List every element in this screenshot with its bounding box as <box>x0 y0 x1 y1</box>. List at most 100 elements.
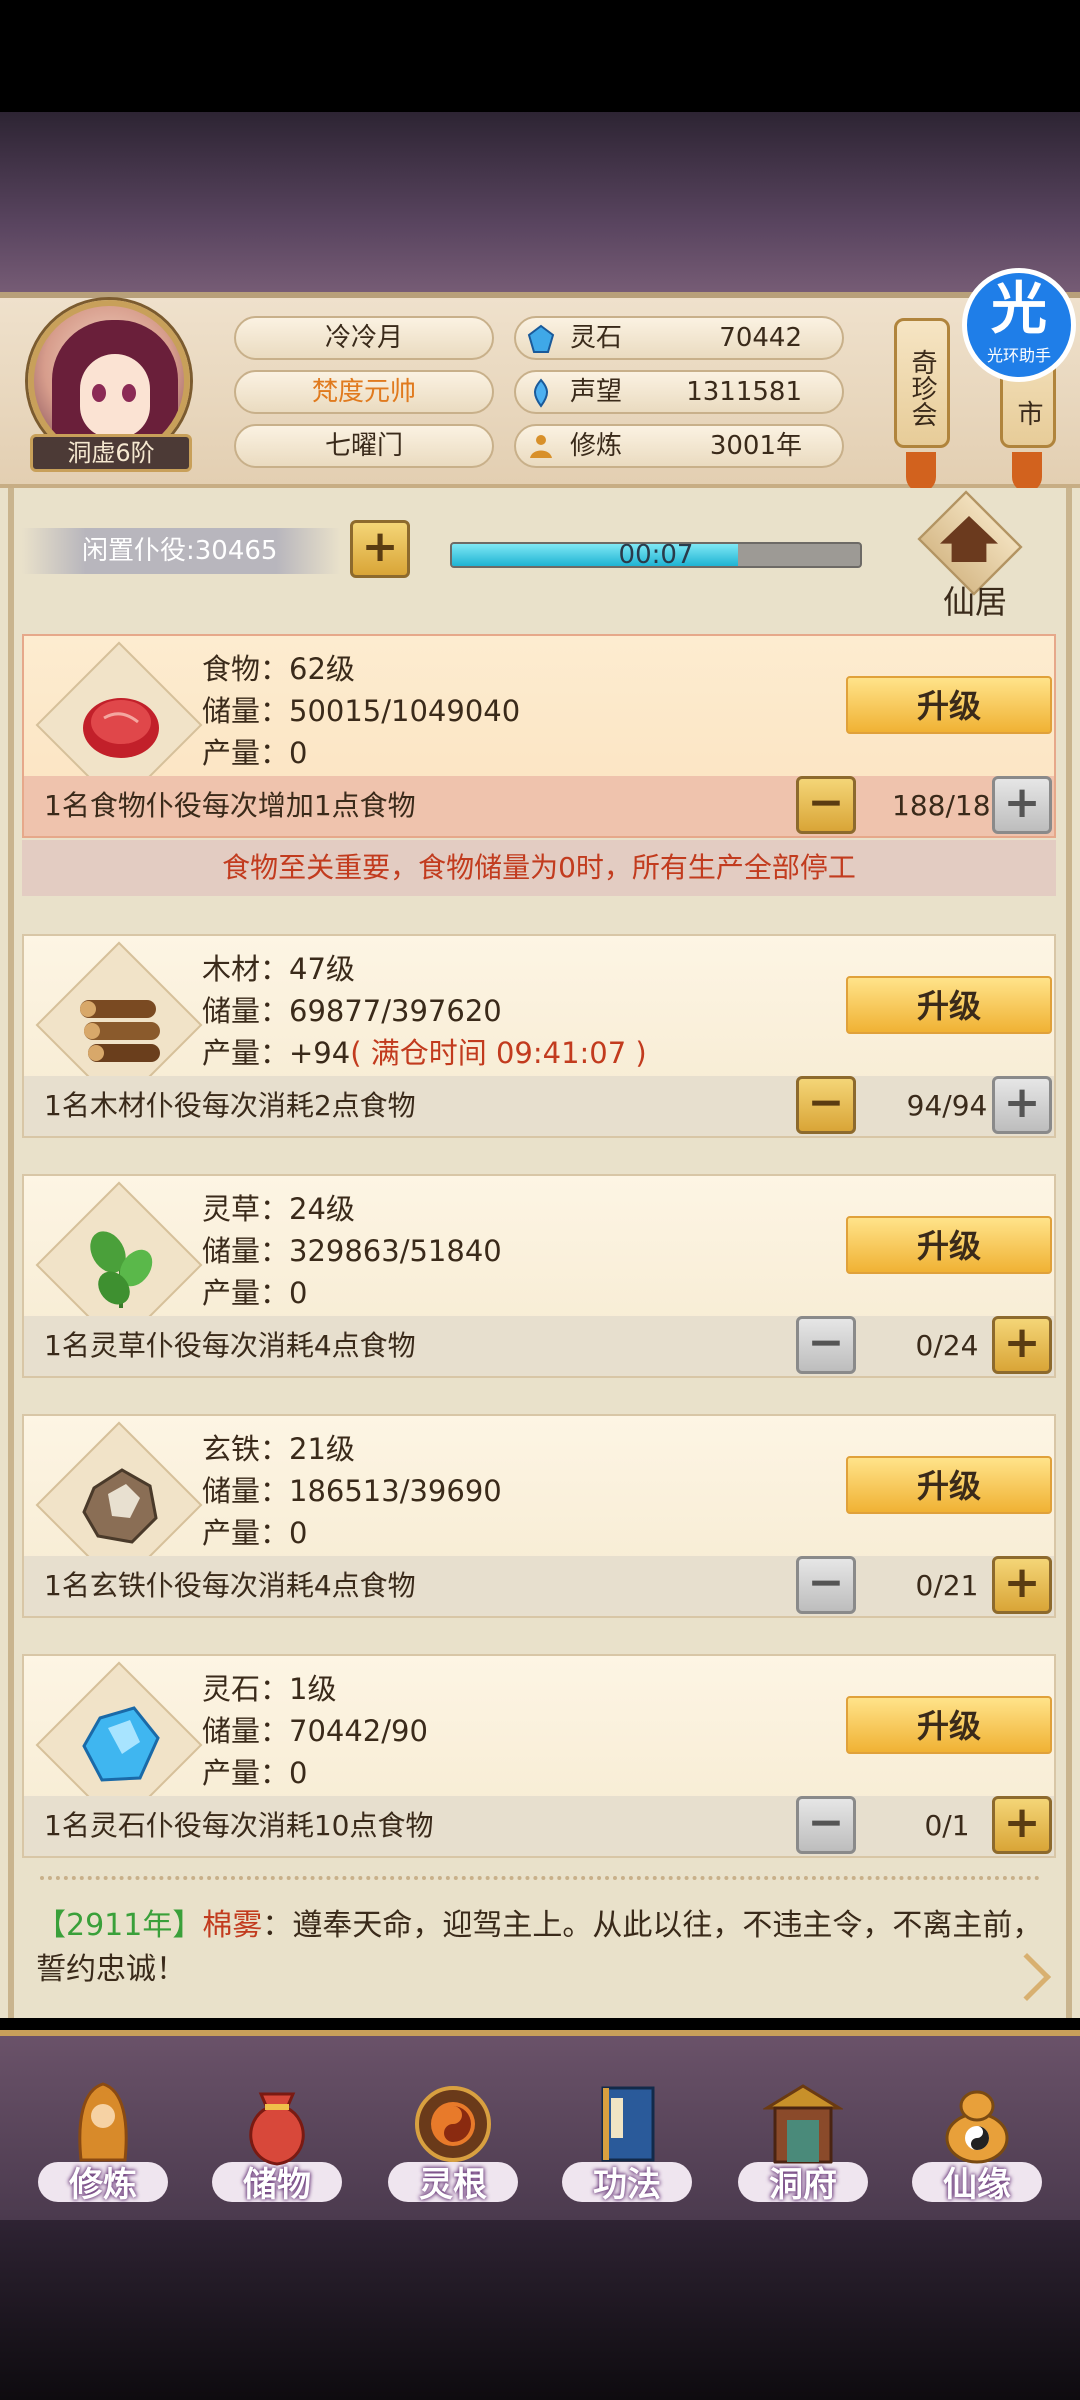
player-sect[interactable]: 七曜门 <box>234 424 494 468</box>
resource-storage: 储量：70442/90 <box>202 1714 428 1748</box>
badge-label: 光环助手 <box>986 346 1051 365</box>
nav-immortal-fate[interactable]: 仙缘 <box>902 2070 1052 2220</box>
resource-output: 产量：0 <box>202 1272 307 1314</box>
resource-storage: 储量：186513/39690 <box>202 1474 502 1508</box>
servant-description: 1名灵石仆役每次消耗10点食物 <box>44 1809 434 1842</box>
servant-count: 0/24 <box>915 1329 979 1362</box>
food-warning-notice: 食物至关重要，食物储量为0时，所有生产全部停工 <box>22 840 1056 896</box>
upgrade-button[interactable]: 升级 <box>846 1696 1052 1754</box>
nav-skills[interactable]: 功法 <box>552 2070 702 2220</box>
nav-label: 仙缘 <box>943 2165 1011 2205</box>
decrease-servant-button[interactable]: − <box>796 1316 856 1374</box>
player-title[interactable]: 梵度元帅 <box>234 370 494 414</box>
servant-row: 1名灵石仆役每次消耗10点食物 − 0/1 + <box>24 1796 1054 1856</box>
increase-servant-button[interactable]: + <box>992 1796 1052 1854</box>
production-timer: 00:07 <box>618 540 694 570</box>
servant-row: 1名食物仆役每次增加1点食物 − 188/188 + <box>24 776 1054 836</box>
chat-message[interactable]: 【2911年】棉雾：遵奉天命，迎驾主上。从此以往，不违主令，不离主前，誓约忠诚！ <box>36 1904 1046 1992</box>
reputation-icon <box>534 378 548 408</box>
decrease-servant-button[interactable]: − <box>796 1556 856 1614</box>
upgrade-button[interactable]: 升级 <box>846 976 1052 1034</box>
tassel-ornament <box>906 452 936 492</box>
resource-level: 灵草：24级 <box>202 1192 355 1226</box>
stat-spirit-stone: 灵石 70442 <box>514 316 844 360</box>
player-name: 冷冷月 <box>234 316 494 360</box>
avatar-eye <box>92 384 106 402</box>
nav-cultivate[interactable]: 修炼 <box>28 2070 178 2220</box>
increase-servant-button[interactable]: + <box>992 1556 1052 1614</box>
decrease-servant-button[interactable]: − <box>796 1796 856 1854</box>
top-backdrop <box>0 112 1080 302</box>
add-servant-button[interactable]: + <box>350 520 410 578</box>
upgrade-button[interactable]: 升级 <box>846 676 1052 734</box>
stat-reputation: 声望 1311581 <box>514 370 844 414</box>
servant-row: 1名灵草仆役每次消耗4点食物 − 0/24 + <box>24 1316 1054 1376</box>
bottom-backdrop <box>0 2220 1080 2400</box>
xianju-button-label[interactable]: 仙居 <box>910 580 1040 624</box>
nav-label: 修炼 <box>69 2165 137 2205</box>
decrease-servant-button[interactable]: − <box>796 776 856 834</box>
resource-level: 灵石：1级 <box>202 1672 337 1706</box>
stat-label: 修炼 <box>570 431 623 461</box>
stat-label: 灵石 <box>570 323 623 353</box>
servant-count: 94/94 <box>906 1089 988 1122</box>
servant-count: 188/188 <box>892 789 1009 822</box>
stat-cultivation: 修炼 3001年 <box>514 424 844 468</box>
resource-card-iron: 玄铁：21级 储量：186513/39690 产量：0 升级 1名玄铁仆役每次消… <box>22 1414 1056 1618</box>
stat-label: 声望 <box>570 377 623 407</box>
dark-iron-ore-icon <box>82 1468 158 1544</box>
spirit-stone-crystal-icon <box>82 1706 160 1782</box>
output-value: 产量：+94 <box>202 1036 351 1070</box>
stat-value: 3001年 <box>709 431 802 461</box>
resource-level: 食物：62级 <box>202 652 355 686</box>
resource-storage: 储量：69877/397620 <box>202 994 502 1028</box>
resource-card-herb: 灵草：24级 储量：329863/51840 产量：0 升级 1名灵草仆役每次消… <box>22 1174 1056 1378</box>
nav-label: 灵根 <box>419 2165 487 2205</box>
resource-output: 产量：0 <box>202 1512 307 1554</box>
nav-label: 储物 <box>243 2165 311 2205</box>
servant-row: 1名玄铁仆役每次消耗4点食物 − 0/21 + <box>24 1556 1054 1616</box>
upgrade-button[interactable]: 升级 <box>846 1216 1052 1274</box>
wood-logs-icon <box>80 1000 160 1062</box>
tassel-ornament <box>1012 452 1042 492</box>
servant-count: 0/21 <box>915 1569 979 1602</box>
spirit-stone-icon <box>527 324 555 353</box>
servant-row: 1名木材仆役每次消耗2点食物 − 94/94 + <box>24 1076 1054 1136</box>
resource-output: 产量：0 <box>202 732 307 774</box>
resource-card-spirit-stone: 灵石：1级 储量：70442/90 产量：0 升级 1名灵石仆役每次消耗10点食… <box>22 1654 1056 1858</box>
resource-card-wood: 木材：47级 储量：69877/397620 产量：+94( 满仓时间 09:4… <box>22 934 1056 1138</box>
skill-book-icon <box>601 2086 655 2162</box>
overlay-assistant-badge[interactable]: 光 光环助手 <box>962 268 1076 382</box>
upgrade-button[interactable]: 升级 <box>846 1456 1052 1514</box>
output-value: 产量：0 <box>202 1276 308 1310</box>
decrease-servant-button[interactable]: − <box>796 1076 856 1134</box>
nav-storage[interactable]: 储物 <box>202 2070 352 2220</box>
cultivate-icon <box>78 2082 128 2162</box>
ornamental-divider <box>40 1876 1040 1880</box>
nav-label: 功法 <box>593 2165 661 2205</box>
nav-spirit-root[interactable]: 灵根 <box>378 2070 528 2220</box>
avatar-face <box>80 354 150 438</box>
storage-bag-icon <box>249 2092 305 2166</box>
resource-level: 木材：47级 <box>202 952 355 986</box>
spirit-herb-icon <box>90 1231 153 1308</box>
full-storage-time: ( 满仓时间 09:41:07 ) <box>350 1036 647 1070</box>
avatar-eye <box>122 384 136 402</box>
increase-servant-button[interactable]: + <box>992 776 1052 834</box>
immortal-fate-icon <box>945 2090 1009 2164</box>
output-value: 产量：0 <box>202 736 308 770</box>
increase-servant-button[interactable]: + <box>992 1076 1052 1134</box>
qizhenhui-button[interactable]: 奇珍会 <box>894 318 950 448</box>
spirit-root-icon <box>415 2086 491 2162</box>
resource-output: 产量：0 <box>202 1752 307 1794</box>
resource-storage: 储量：50015/1049040 <box>202 694 521 728</box>
badge-glyph: 光 <box>991 277 1047 342</box>
chat-year: 【2911年】 <box>36 1908 203 1943</box>
nav-cave-house[interactable]: 洞府 <box>728 2070 878 2220</box>
idle-servants-label: 闲置仆役:30465 <box>22 528 340 574</box>
servant-count: 0/1 <box>924 1809 970 1842</box>
servant-description: 1名木材仆役每次消耗2点食物 <box>44 1089 416 1122</box>
rank-badge: 洞虚6阶 <box>30 434 192 472</box>
resource-output: 产量：+94( 满仓时间 09:41:07 ) <box>202 1032 647 1074</box>
increase-servant-button[interactable]: + <box>992 1316 1052 1374</box>
